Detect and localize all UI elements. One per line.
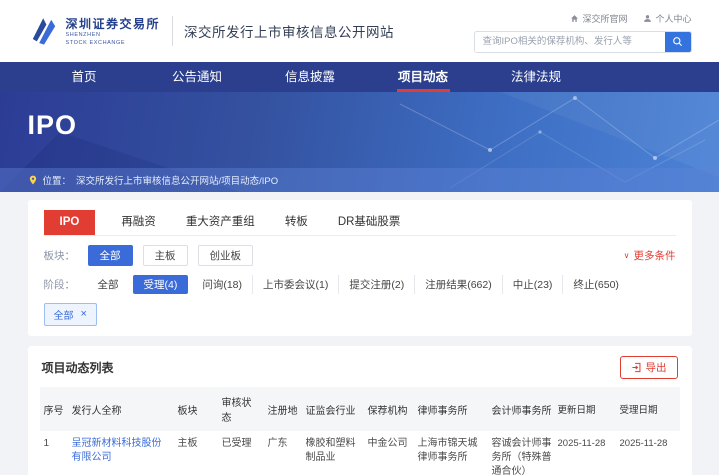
cell-status: 已受理 [218,431,264,475]
szse-logo [28,15,60,47]
col-header-domicile: 注册地 [264,387,302,431]
search-button[interactable] [665,32,691,52]
tab-dr-underlying-stock[interactable]: DR基础股票 [338,210,401,235]
board-filter-label: 板块： [44,248,88,263]
col-header-update-date: 更新日期 [556,387,618,431]
stage-option-registration-result[interactable]: 注册结果(662) [414,275,502,294]
nav-item-announcements[interactable]: 公告通知 [141,62,254,92]
divider [172,16,173,46]
col-header-issuer: 发行人全称 [68,387,174,431]
stage-option-accepted[interactable]: 受理(4) [133,275,189,294]
nav-item-project-updates[interactable]: 项目动态 [367,62,480,92]
category-tabs: IPO 再融资 重大资产重组 转板 DR基础股票 [44,210,676,236]
breadcrumb-path: 深交所发行上市审核信息公开网站/项目动态/IPO [76,173,278,187]
project-table: 序号 发行人全称 板块 审核状态 注册地 证监会行业 保荐机构 律师事务所 会计… [40,387,680,475]
issuer-link[interactable]: 呈冠新材料科技股份有限公司 [68,431,174,475]
stage-filter-label: 阶段： [44,277,88,292]
home-icon [570,14,579,23]
nav-item-home[interactable]: 首页 [28,62,141,92]
export-label: 导出 [646,360,667,375]
brand: 深圳证券交易所 SHENZHEN STOCK EXCHANGE 深交所发行上市审… [28,15,395,47]
page-title: IPO [28,110,692,141]
page: 深圳证券交易所 SHENZHEN STOCK EXCHANGE 深交所发行上市审… [0,0,719,475]
col-header-board: 板块 [174,387,218,431]
official-site-label: 深交所官网 [582,12,627,25]
col-header-sponsor: 保荐机构 [364,387,414,431]
more-conditions-label: 更多条件 [634,248,676,263]
col-header-industry: 证监会行业 [302,387,364,431]
tab-board-transfer[interactable]: 转板 [285,210,308,235]
tab-refinancing[interactable]: 再融资 [121,210,156,235]
user-icon [643,14,652,23]
more-conditions-button[interactable]: ∨ 更多条件 [624,248,676,263]
cell-update-date: 2025-11-28 [556,431,618,475]
table-row: 1 呈冠新材料科技股份有限公司 主板 已受理 广东 橡胶和塑料制品业 中金公司 … [40,431,680,475]
top-header: 深圳证券交易所 SHENZHEN STOCK EXCHANGE 深交所发行上市审… [0,0,719,62]
board-option-all[interactable]: 全部 [88,245,133,266]
search-input[interactable] [475,32,665,52]
col-header-accounting-firm: 会计师事务所 [488,387,556,431]
board-option-main[interactable]: 主板 [143,245,188,266]
board-option-chinext[interactable]: 创业板 [198,245,254,266]
cell-sponsor: 中金公司 [364,431,414,475]
stage-filter-row: 阶段： 全部 受理(4) 问询(18) 上市委会议(1) 提交注册(2) 注册结… [44,275,676,294]
cell-accounting-firm: 容诚会计师事务所（特殊普通合伙） [488,431,556,475]
personal-center-link[interactable]: 个人中心 [643,12,691,25]
col-header-status: 审核状态 [218,387,264,431]
table-title: 项目动态列表 [42,359,114,376]
site-title: 深交所发行上市审核信息公开网站 [184,21,394,41]
location-pin-icon [28,175,38,185]
cell-board: 主板 [174,431,218,475]
export-icon [631,362,642,373]
stage-option-terminated[interactable]: 终止(650) [562,275,629,294]
stage-option-registration-submitted[interactable]: 提交注册(2) [338,275,414,294]
cell-domicile: 广东 [264,431,302,475]
close-icon[interactable]: × [81,309,87,320]
tab-major-asset-restructuring[interactable]: 重大资产重组 [186,210,255,235]
header-right: 深交所官网 个人中心 [474,10,692,53]
search-box [474,31,692,53]
table-header-bar: 项目动态列表 导出 [40,354,680,387]
exchange-name-en-2: STOCK EXCHANGE [66,40,161,47]
search-icon [672,36,683,47]
selected-filter-tag: 全部 × [44,303,97,326]
exchange-name-en-1: SHENZHEN [66,32,161,39]
tab-ipo[interactable]: IPO [44,210,96,235]
nav-item-disclosure[interactable]: 信息披露 [254,62,367,92]
filters-card: IPO 再融资 重大资产重组 转板 DR基础股票 板块： 全部 主板 创业板 ∨… [28,200,692,336]
table-header-row: 序号 发行人全称 板块 审核状态 注册地 证监会行业 保荐机构 律师事务所 会计… [40,387,680,431]
selected-filters-row: 全部 × [44,303,676,326]
main-nav: 首页 公告通知 信息披露 项目动态 法律法规 [0,62,719,92]
project-list-card: 项目动态列表 导出 序号 发行人全称 [28,346,692,475]
top-links: 深交所官网 个人中心 [570,12,691,25]
main-content: IPO 再融资 重大资产重组 转板 DR基础股票 板块： 全部 主板 创业板 ∨… [0,192,719,475]
breadcrumb-label: 位置： [43,173,72,187]
hero-banner: IPO 位置： 深交所发行上市审核信息公开网站/项目动态/IPO [0,92,719,192]
col-header-law-firm: 律师事务所 [414,387,488,431]
stage-option-listing-committee[interactable]: 上市委会议(1) [252,275,338,294]
board-filter-row: 板块： 全部 主板 创业板 ∨ 更多条件 [44,245,676,266]
col-header-acceptance-date: 受理日期 [618,387,680,431]
brand-text: 深圳证券交易所 SHENZHEN STOCK EXCHANGE [66,15,161,47]
stage-option-inquiry[interactable]: 问询(18) [192,275,252,294]
nav-item-laws[interactable]: 法律法规 [480,62,593,92]
exchange-name: 深圳证券交易所 [66,15,161,32]
breadcrumb-bar: 位置： 深交所发行上市审核信息公开网站/项目动态/IPO [0,168,719,192]
col-header-index: 序号 [40,387,68,431]
stage-option-all[interactable]: 全部 [88,275,129,294]
breadcrumb: 位置： 深交所发行上市审核信息公开网站/项目动态/IPO [28,173,692,187]
cell-law-firm: 上海市锦天城律师事务所 [414,431,488,475]
stage-option-suspended[interactable]: 中止(23) [502,275,563,294]
selected-filter-label: 全部 [54,307,74,322]
export-button[interactable]: 导出 [620,356,678,379]
cell-index: 1 [40,431,68,475]
cell-acceptance-date: 2025-11-28 [618,431,680,475]
cell-industry: 橡胶和塑料制品业 [302,431,364,475]
official-site-link[interactable]: 深交所官网 [570,12,627,25]
personal-center-label: 个人中心 [655,12,691,25]
chevron-down-icon: ∨ [624,252,630,260]
